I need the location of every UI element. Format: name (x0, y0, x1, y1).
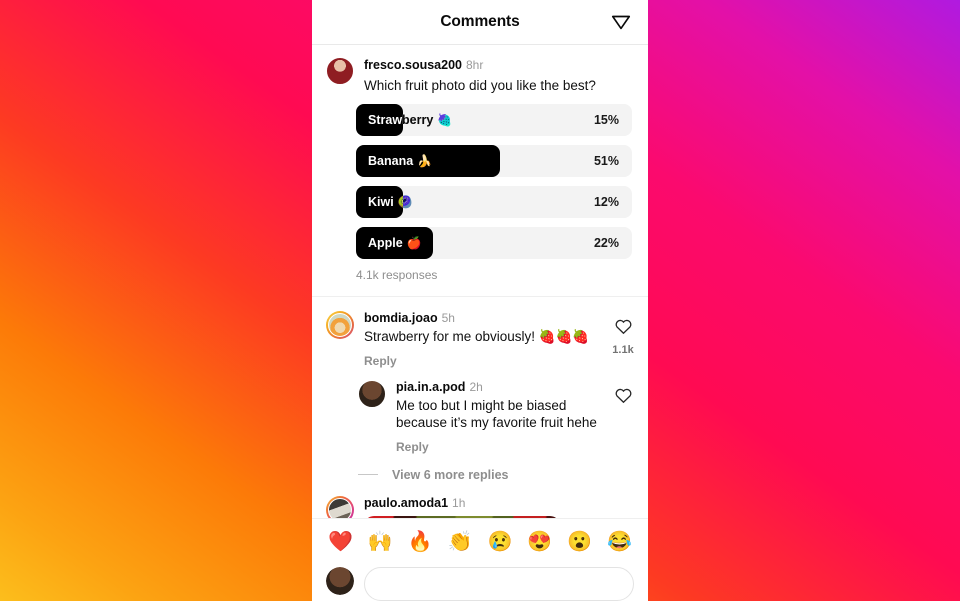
divider-dash-icon (358, 474, 378, 475)
avatar (326, 567, 354, 595)
banana-icon: 🍌 (417, 154, 433, 168)
like-count: 1.1k (612, 344, 634, 356)
emoji-surprised-icon[interactable]: 😮 (567, 532, 592, 552)
avatar[interactable] (326, 495, 354, 518)
reply-button[interactable]: Reply (396, 440, 606, 454)
comments-header: Comments (312, 0, 648, 45)
strawberry-icon: 🍓 (437, 113, 453, 127)
timestamp: 2h (469, 379, 483, 394)
comment-reply-item: pia.in.a.pod 2h Me too but I might be bia… (312, 368, 648, 454)
emoji-quick-reply-bar: ❤️ 🙌 🔥 👏 😢 😍 😮 😂 (312, 518, 648, 564)
timestamp: 8hr (465, 58, 484, 72)
emoji-joy-icon[interactable]: 😂 (607, 532, 632, 552)
poll-option-percent: 12% (593, 195, 619, 209)
comment-author-line: bomdia.joao 5h (364, 311, 606, 326)
username[interactable]: bomdia.joao (364, 311, 438, 325)
poll-option-banana[interactable]: Banana 🍌 51% (356, 145, 632, 177)
poll-question: Which fruit photo did you like the best? (364, 78, 596, 93)
instagram-comments-panel: Comments fresco.sousa200 8hr Which fruit… (312, 0, 648, 601)
avatar[interactable] (326, 57, 354, 85)
emoji-fire-icon[interactable]: 🔥 (408, 532, 433, 552)
emoji-clap-icon[interactable]: 👏 (448, 532, 473, 552)
apple-icon: 🍎 (406, 236, 422, 250)
poll-post-header: fresco.sousa200 8hr Which fruit photo did… (312, 57, 648, 94)
timestamp: 5h (441, 311, 455, 325)
reply-button[interactable]: Reply (364, 354, 606, 368)
username[interactable]: pia.in.a.pod (396, 380, 465, 394)
poll-option-kiwi[interactable]: Kiwi 🥝 12% (356, 186, 632, 218)
comment-composer (312, 564, 648, 601)
comment-item: paulo.amoda1 1h (312, 482, 648, 518)
poll-option-percent: 51% (593, 154, 619, 168)
comment-item: bomdia.joao 5h Strawberry for me obviousl… (312, 297, 648, 368)
wallpaper-background: Comments fresco.sousa200 8hr Which fruit… (0, 0, 960, 601)
comment-text: Me too but I might be biased because it’… (396, 397, 597, 431)
comments-feed[interactable]: fresco.sousa200 8hr Which fruit photo did… (312, 45, 648, 518)
view-more-replies-label: View 6 more replies (392, 467, 509, 482)
kiwi-icon: 🥝 (397, 195, 413, 209)
comment-input[interactable] (364, 567, 634, 601)
emoji-heart-icon[interactable]: ❤️ (328, 532, 353, 552)
emoji-crying-icon[interactable]: 😢 (487, 532, 512, 552)
comment-author-line: pia.in.a.pod 2h (396, 380, 606, 395)
poll-option-label: Banana 🍌 (368, 154, 433, 168)
like-column: 1.1k (606, 311, 640, 368)
avatar[interactable] (358, 379, 386, 408)
emoji-heart-eyes-icon[interactable]: 😍 (527, 532, 552, 552)
like-column (606, 380, 640, 454)
username[interactable]: fresco.sousa200 (364, 58, 462, 72)
poll-option-percent: 15% (593, 113, 619, 127)
emoji-raised-hands-icon[interactable]: 🙌 (368, 532, 393, 552)
timestamp: 1h (452, 495, 466, 510)
avatar[interactable] (326, 311, 354, 339)
poll-response-count: 4.1k responses (356, 268, 438, 282)
poll-author-line: fresco.sousa200 8hr (364, 58, 596, 73)
poll-option-label: Strawberry 🍓 (368, 113, 453, 127)
heart-icon[interactable] (614, 317, 633, 341)
heart-icon[interactable] (614, 386, 633, 410)
poll-post: fresco.sousa200 8hr Which fruit photo did… (312, 45, 648, 297)
poll-option-apple[interactable]: Apple 🍎 22% (356, 227, 632, 259)
poll-option-strawberry[interactable]: Strawberry 🍓 15% (356, 104, 632, 136)
poll-options: Strawberry 🍓 15% Banana 🍌 51% Kiwi 🥝 12%… (356, 104, 632, 259)
poll-option-label: Apple 🍎 (368, 236, 422, 250)
comment-image-attachment[interactable] (364, 515, 560, 518)
share-paper-plane-icon[interactable] (610, 11, 632, 33)
view-more-replies-button[interactable]: View 6 more replies (358, 468, 648, 482)
page-title: Comments (440, 13, 520, 30)
username[interactable]: paulo.amoda1 (364, 496, 448, 510)
poll-option-label: Kiwi 🥝 (368, 195, 413, 209)
comment-author-line: paulo.amoda1 1h (364, 496, 640, 511)
poll-option-percent: 22% (593, 236, 619, 250)
comment-text: Strawberry for me obviously! 🍓🍓🍓 (364, 329, 590, 344)
